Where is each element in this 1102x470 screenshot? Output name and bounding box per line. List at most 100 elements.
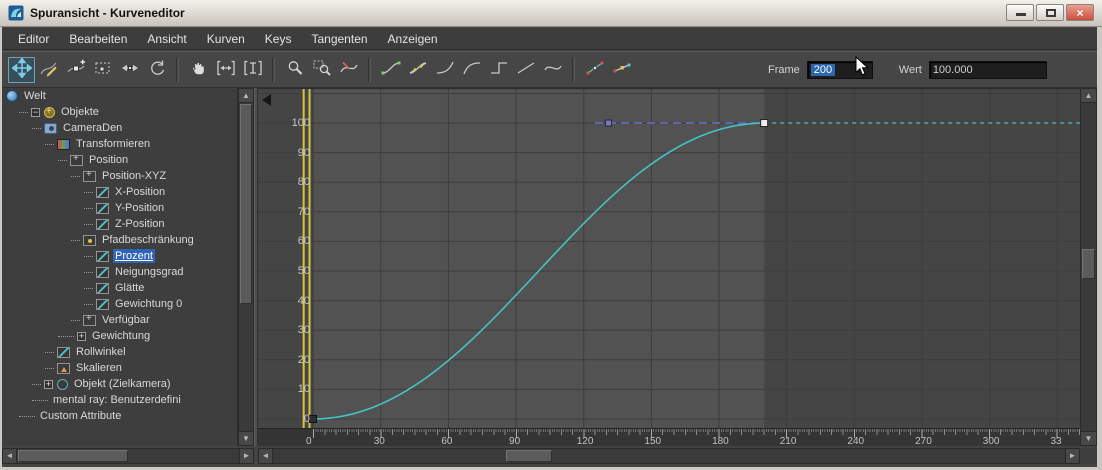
scroll-up-arrow-icon[interactable]: ▲: [1081, 89, 1096, 103]
tangent-slow-button[interactable]: [458, 57, 485, 83]
frame-input[interactable]: 200: [806, 61, 873, 79]
move-keys-button[interactable]: [8, 56, 35, 83]
tree-item-welt[interactable]: Welt: [2, 88, 237, 104]
tangent-auto-button[interactable]: [377, 57, 404, 83]
tree-scroll-thumb[interactable]: [240, 104, 252, 304]
tree-guide-line: [32, 127, 41, 129]
plot-canvas[interactable]: [258, 89, 1080, 429]
tree-item-gewichtung[interactable]: + Gewichtung: [2, 328, 237, 344]
menu-item-editor[interactable]: Editor: [8, 29, 59, 49]
scroll-right-arrow-icon[interactable]: ►: [1065, 449, 1079, 463]
scrollbar-corner: [1080, 448, 1097, 464]
frame-value-selected: 200: [810, 64, 836, 76]
zoom-button[interactable]: [281, 57, 308, 83]
plot-horizontal-scrollbar[interactable]: ◄ ►: [258, 448, 1080, 464]
show-tangents-button[interactable]: [581, 57, 608, 83]
toolbar-buttons: [8, 56, 635, 83]
scroll-up-arrow-icon[interactable]: ▲: [239, 89, 253, 103]
menu-item-keys[interactable]: Keys: [255, 29, 302, 49]
menu-item-bearbeiten[interactable]: Bearbeiten: [59, 29, 137, 49]
tree-vertical-scrollbar[interactable]: ▲ ▼: [238, 88, 254, 446]
tangent-slow-icon: [462, 58, 482, 83]
x-axis-label: 33: [1050, 436, 1062, 447]
plot-vertical-scrollbar[interactable]: ▲ ▼: [1080, 88, 1097, 446]
curve-key[interactable]: [309, 414, 318, 423]
tree-item-position-xyz[interactable]: Position-XYZ: [2, 168, 237, 184]
pan-button[interactable]: [185, 57, 212, 83]
expand-icon[interactable]: +: [44, 379, 53, 389]
tree-horizontal-scrollbar[interactable]: ◄ ►: [2, 448, 254, 464]
maximize-button[interactable]: [1036, 4, 1064, 21]
tree-item-neigungsgrad[interactable]: Neigungsgrad: [2, 264, 237, 280]
tree-item-z-position[interactable]: Z-Position: [2, 216, 237, 232]
value-input[interactable]: 100.000: [928, 61, 1047, 79]
scroll-down-arrow-icon[interactable]: ▼: [1081, 431, 1096, 445]
slide-keys-button[interactable]: [116, 57, 143, 83]
menu-item-tangenten[interactable]: Tangenten: [301, 29, 377, 49]
plot-hscroll-thumb[interactable]: [506, 450, 552, 462]
tree-item-pfadbeschränkung[interactable]: Pfadbeschränkung: [2, 232, 237, 248]
zoom-region-button[interactable]: [308, 57, 335, 83]
tree-guide-line: [84, 271, 93, 273]
curve-icon: [96, 298, 109, 310]
tree-guide-line: [84, 223, 93, 225]
collapse-icon[interactable]: −: [31, 107, 40, 117]
tree-item-gewichtung-0[interactable]: Gewichtung 0: [2, 296, 237, 312]
scroll-right-arrow-icon[interactable]: ►: [239, 449, 253, 463]
scroll-down-arrow-icon[interactable]: ▼: [239, 431, 253, 445]
tangent-step-button[interactable]: [485, 57, 512, 83]
lock-tangents-button[interactable]: [608, 57, 635, 83]
tangent-custom-button[interactable]: [404, 57, 431, 83]
hierarchy-tree: Welt − Objekte CameraDen Transformieren Posit…: [2, 88, 238, 446]
x-axis-label: 270: [915, 436, 932, 447]
scroll-left-arrow-icon[interactable]: ◄: [3, 449, 17, 463]
tree-item-objekt-zielkamera-[interactable]: + Objekt (Zielkamera): [2, 376, 237, 392]
region-keys-button[interactable]: [89, 57, 116, 83]
xyz-icon: [83, 169, 96, 182]
scale-keys-button[interactable]: [143, 57, 170, 83]
time-ruler[interactable]: 0 30 60 90 120 150 180 210 240 270 300 33: [258, 428, 1080, 447]
zoom-v-extents-button[interactable]: [239, 57, 266, 83]
plot-vscroll-thumb[interactable]: [1082, 249, 1095, 279]
tree-item-position[interactable]: Position: [2, 152, 237, 168]
tangent-fast-button[interactable]: [431, 57, 458, 83]
tree-item-label: Pfadbeschränkung: [102, 234, 194, 246]
isolate-curve-button[interactable]: [335, 57, 362, 83]
tree-item-skalieren[interactable]: Skalieren: [2, 360, 237, 376]
tree-guide-line: [32, 399, 48, 401]
close-button[interactable]: ×: [1066, 4, 1094, 21]
tree-item-y-position[interactable]: Y-Position: [2, 200, 237, 216]
curve-editor-window: Spuransicht - Kurveneditor × Editor Bearb…: [0, 0, 1102, 470]
tree-item-glätte[interactable]: Glätte: [2, 280, 237, 296]
title-bar[interactable]: Spuransicht - Kurveneditor ×: [0, 0, 1102, 27]
tree-item-objekte[interactable]: − Objekte: [2, 104, 237, 120]
tree-item-prozent[interactable]: Prozent: [2, 248, 237, 264]
tree-item-rollwinkel[interactable]: Rollwinkel: [2, 344, 237, 360]
tree-guide-line: [19, 111, 28, 113]
time-cursor-line: [302, 89, 305, 429]
tree-item-cameraden[interactable]: CameraDen: [2, 120, 237, 136]
add-keys-button[interactable]: [62, 57, 89, 83]
menu-item-anzeigen[interactable]: Anzeigen: [378, 29, 448, 49]
tree-item-transformieren[interactable]: Transformieren: [2, 136, 237, 152]
tangent-linear-button[interactable]: [512, 57, 539, 83]
scroll-left-arrow-icon[interactable]: ◄: [259, 449, 273, 463]
selected-key[interactable]: [760, 119, 769, 128]
tree-item-x-position[interactable]: X-Position: [2, 184, 237, 200]
curve-plot[interactable]: 0 10 20 30 40 50 60 70 80 90 100: [258, 88, 1080, 429]
minimize-button[interactable]: [1006, 4, 1034, 21]
add-keys-icon: [66, 58, 86, 83]
tree-item-verfügbar[interactable]: Verfügbar: [2, 312, 237, 328]
expand-icon[interactable]: +: [77, 331, 86, 341]
draw-curves-button[interactable]: [35, 57, 62, 83]
tree-item-mental-ray-benutzerdefini[interactable]: mental ray: Benutzerdefini: [2, 392, 237, 408]
zoom-h-extents-button[interactable]: [212, 57, 239, 83]
tree-item-custom-attribute[interactable]: Custom Attribute: [2, 408, 237, 424]
minimize-icon: [1016, 13, 1026, 16]
tree-hscroll-thumb[interactable]: [18, 450, 128, 462]
menu-item-ansicht[interactable]: Ansicht: [137, 29, 196, 49]
tangent-smooth-button[interactable]: [539, 57, 566, 83]
ghost-key: [605, 119, 613, 127]
menu-item-kurven[interactable]: Kurven: [197, 29, 255, 49]
show-tangents-icon: [585, 58, 605, 83]
